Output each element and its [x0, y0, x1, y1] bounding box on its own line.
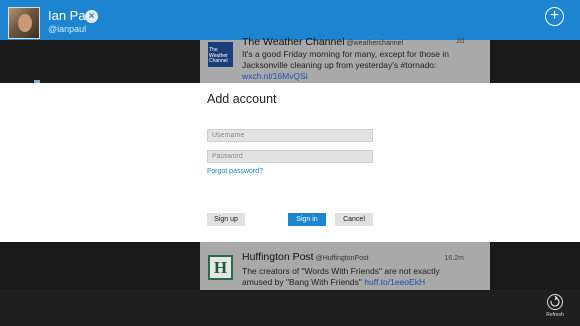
tweet-item[interactable]: The Weather Channel The Weather Channel @… [200, 36, 490, 85]
refresh-button[interactable]: Refresh [543, 294, 567, 322]
add-icon[interactable]: + [545, 7, 564, 26]
dialog-title: Add account [207, 92, 277, 106]
tweet-body: The creators of "Words With Friends" are… [242, 266, 472, 288]
huffington-post-logo: H [208, 255, 233, 280]
tweet-handle: @HuffingtonPost [315, 255, 369, 262]
avatar-face [18, 14, 32, 32]
refresh-icon [547, 294, 563, 310]
refresh-label: Refresh [546, 312, 564, 318]
top-bar: Ian Paul @ianpaul × + [0, 0, 580, 40]
tweet-author-name: Huffington Post [242, 251, 314, 263]
tweet-author-name: The Weather Channel [242, 36, 345, 48]
tweet-text: It's a good Friday morning for many, exc… [242, 49, 449, 70]
tweet-body: It's a good Friday morning for many, exc… [242, 49, 472, 82]
tweet-time: 2d [456, 38, 464, 45]
tweet-author: Huffington Post @HuffingtonPost [242, 251, 369, 263]
user-handle: @ianpaul [48, 24, 87, 34]
sign-in-button[interactable]: Sign in [288, 213, 326, 226]
avatar[interactable] [8, 7, 40, 39]
weather-channel-logo: The Weather Channel [208, 42, 233, 67]
cancel-button[interactable]: Cancel [335, 213, 373, 226]
tweet-link[interactable]: wxch.nl/16MvQSi [242, 71, 308, 81]
remove-account-icon[interactable]: × [85, 10, 98, 23]
tweet-time: 16.2m [444, 255, 464, 262]
tweet-item[interactable]: H Huffington Post @HuffingtonPost 16.2m T… [200, 242, 490, 292]
sign-up-button[interactable]: Sign up [207, 213, 245, 226]
username-input[interactable] [207, 129, 373, 142]
tweet-author: The Weather Channel @weatherchannel [242, 36, 403, 48]
password-input[interactable] [207, 150, 373, 163]
forgot-password-link[interactable]: Forgot password? [207, 168, 263, 175]
add-account-dialog: Add account Forgot password? Sign up Sig… [0, 83, 580, 242]
tweet-handle: @weatherchannel [346, 40, 404, 47]
app-bar: Refresh [0, 290, 580, 326]
tweet-link[interactable]: huff.to/1eeoEkH [364, 277, 425, 287]
